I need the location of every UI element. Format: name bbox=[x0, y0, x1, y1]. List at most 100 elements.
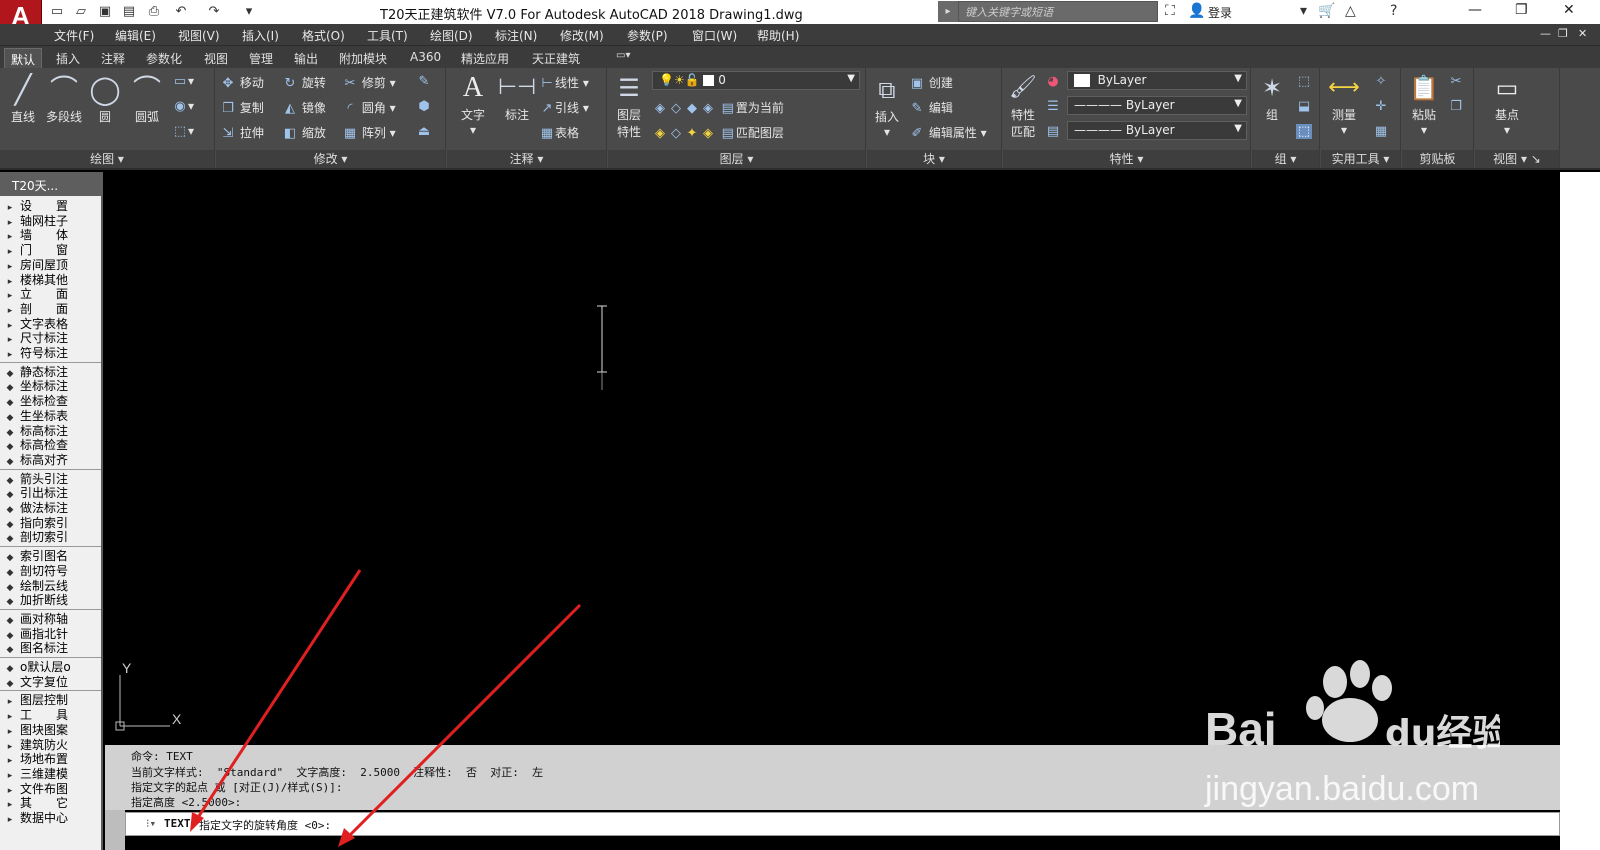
minimize-button[interactable]: — bbox=[1468, 2, 1482, 18]
menu-edit[interactable]: 编辑(E) bbox=[115, 27, 156, 44]
tab-view[interactable]: 视图 bbox=[198, 48, 234, 68]
command-dropdown-icon[interactable]: ⁝▾ bbox=[146, 817, 156, 830]
leader-button[interactable]: ↗ 引线 ▾ bbox=[539, 99, 589, 116]
layer-properties-button[interactable]: ☰ 图层 特性 bbox=[610, 70, 648, 140]
tab-default[interactable]: 默认 bbox=[4, 48, 43, 68]
layer-tools-row2[interactable]: ◈ ◇ ✦ ◈ ▤ 匹配图层 bbox=[652, 124, 784, 141]
menu-modify[interactable]: 修改(M) bbox=[560, 27, 604, 44]
palette-item[interactable]: ◆ 坐标检查 bbox=[0, 394, 101, 409]
point-icon[interactable]: ✛ bbox=[1373, 99, 1389, 114]
measure-button[interactable]: ⟷ 测量 ▾ bbox=[1323, 70, 1365, 137]
panel-modify-label[interactable]: 修改 ▾ bbox=[216, 150, 445, 168]
base-view-button[interactable]: ▭ 基点 ▾ bbox=[1485, 70, 1529, 137]
text-button[interactable]: A 文字 ▾ bbox=[453, 70, 493, 137]
palette-item[interactable]: ▸ 门 窗 bbox=[0, 243, 101, 258]
palette-item[interactable]: ◆ 剖切符号 bbox=[0, 564, 101, 579]
quick-access-dropdown-icon[interactable]: ▾ bbox=[240, 3, 258, 21]
palette-item[interactable]: ▸ 尺寸标注 bbox=[0, 331, 101, 346]
panel-annotation-label[interactable]: 注释 ▾ bbox=[447, 150, 606, 168]
erase-icon[interactable]: ✎ bbox=[416, 74, 432, 89]
menu-help[interactable]: 帮助(H) bbox=[757, 27, 799, 44]
menu-tools[interactable]: 工具(T) bbox=[367, 27, 408, 44]
panel-utilities-label[interactable]: 实用工具 ▾ bbox=[1321, 150, 1400, 168]
undo-icon[interactable]: ↶ bbox=[172, 3, 190, 21]
help-icon[interactable]: ? bbox=[1390, 3, 1397, 19]
group-edit-icon[interactable]: ⬓ bbox=[1296, 99, 1312, 114]
layer-dropdown[interactable]: 💡☀🔓 0 ▼ bbox=[652, 71, 860, 90]
panel-draw-label[interactable]: 绘图 ▾ bbox=[0, 150, 214, 168]
palette-item[interactable]: ▸ 符号标注 bbox=[0, 346, 101, 361]
redo-icon[interactable]: ↷ bbox=[205, 3, 223, 21]
menu-insert[interactable]: 插入(I) bbox=[242, 27, 279, 44]
palette-item[interactable]: ▸ 墙 体 bbox=[0, 228, 101, 243]
palette-item[interactable]: ▸ 设 置 bbox=[0, 199, 101, 214]
panel-properties-label[interactable]: 特性 ▾ bbox=[1003, 150, 1250, 168]
doc-minimize-icon[interactable]: — bbox=[1540, 27, 1551, 40]
edit-attributes-button[interactable]: ✐ 编辑属性 ▾ bbox=[909, 124, 987, 141]
arc-button[interactable]: ⌒ 圆弧 bbox=[128, 72, 166, 125]
search-input[interactable]: 键入关键字或短语 bbox=[958, 1, 1158, 22]
palette-item[interactable]: ◆ 标高检查 bbox=[0, 438, 101, 453]
palette-item[interactable]: ◆ 坐标标注 bbox=[0, 379, 101, 394]
doc-restore-icon[interactable]: ❐ bbox=[1558, 27, 1568, 40]
tab-insert[interactable]: 插入 bbox=[50, 48, 86, 68]
paste-button[interactable]: 📋 粘贴 ▾ bbox=[1404, 70, 1444, 137]
palette-item[interactable]: ▸ 数据中心 bbox=[0, 811, 101, 826]
palette-item[interactable]: ◆ 引出标注 bbox=[0, 486, 101, 501]
new-file-icon[interactable]: ▭ bbox=[48, 3, 66, 21]
binoculars-icon[interactable]: ⛶ bbox=[1165, 3, 1175, 19]
lineweight-dropdown[interactable]: ———— ByLayer ▼ bbox=[1067, 121, 1247, 140]
scale-button[interactable]: ◧ 缩放 bbox=[282, 124, 326, 141]
rotate-button[interactable]: ↻ 旋转 bbox=[282, 74, 326, 91]
layer-tools-row1[interactable]: ◈ ◇ ◆ ◈ ▤ 置为当前 bbox=[652, 99, 784, 116]
tab-featured-apps[interactable]: 精选应用 bbox=[455, 48, 515, 68]
line-button[interactable]: ╱ 直线 bbox=[4, 72, 42, 125]
linetype-dropdown[interactable]: ———— ByLayer ▼ bbox=[1067, 96, 1247, 115]
color-dropdown[interactable]: ByLayer ▼ bbox=[1067, 71, 1247, 90]
palette-item[interactable]: ◆ 箭头引注 bbox=[0, 472, 101, 487]
palette-item[interactable]: ▸ 建筑防火 bbox=[0, 738, 101, 753]
palette-item[interactable]: ◆ 标高标注 bbox=[0, 424, 101, 439]
doc-close-icon[interactable]: ✕ bbox=[1578, 27, 1587, 40]
quick-select-icon[interactable]: ✧ bbox=[1373, 74, 1389, 89]
insert-block-button[interactable]: ⧉ 插入 ▾ bbox=[869, 72, 905, 139]
tab-tangent[interactable]: 天正建筑 bbox=[526, 48, 586, 68]
search-expand-icon[interactable]: ▸ bbox=[938, 1, 958, 22]
palette-item[interactable]: ▸ 轴网柱子 bbox=[0, 214, 101, 229]
menu-format[interactable]: 格式(O) bbox=[302, 27, 345, 44]
panel-block-label[interactable]: 块 ▾ bbox=[867, 150, 1001, 168]
restore-button[interactable]: ❐ bbox=[1515, 2, 1528, 18]
cart-icon[interactable]: 🛒 bbox=[1318, 3, 1335, 19]
palette-item[interactable]: ▸ 剖 面 bbox=[0, 302, 101, 317]
explode-icon[interactable]: ⬢ bbox=[416, 99, 432, 114]
palette-item[interactable]: ◆ 剖切索引 bbox=[0, 530, 101, 545]
create-block-button[interactable]: ▣ 创建 bbox=[909, 74, 953, 91]
palette-item[interactable]: ◆ 标高对齐 bbox=[0, 453, 101, 468]
panel-layers-label[interactable]: 图层 ▾ bbox=[608, 150, 865, 168]
tab-manage[interactable]: 管理 bbox=[243, 48, 279, 68]
palette-item[interactable]: ◆ 指向索引 bbox=[0, 516, 101, 531]
polyline-button[interactable]: ⌒ 多段线 bbox=[44, 72, 84, 125]
move-button[interactable]: ✥ 移动 bbox=[220, 74, 264, 91]
palette-item[interactable]: ◆ 生坐标表 bbox=[0, 409, 101, 424]
palette-item[interactable]: ▸ 房间屋顶 bbox=[0, 258, 101, 273]
panel-groups-label[interactable]: 组 ▾ bbox=[1252, 150, 1319, 168]
calculator-icon[interactable]: ▦ bbox=[1373, 124, 1389, 139]
save-icon[interactable]: ▣ bbox=[96, 3, 114, 21]
close-button[interactable]: ✕ bbox=[1563, 2, 1575, 18]
menu-dimension[interactable]: 标注(N) bbox=[495, 27, 537, 44]
menu-parametric[interactable]: 参数(P) bbox=[627, 27, 668, 44]
menu-view[interactable]: 视图(V) bbox=[178, 27, 220, 44]
login-link[interactable]: 登录 bbox=[1208, 4, 1232, 21]
palette-item[interactable]: ◆ 索引图名 bbox=[0, 549, 101, 564]
tab-a360[interactable]: A360 bbox=[404, 48, 447, 68]
palette-item[interactable]: ◆ 做法标注 bbox=[0, 501, 101, 516]
palette-item[interactable]: ◆ 画对称轴 bbox=[0, 612, 101, 627]
palette-item[interactable]: ◆ 加折断线 bbox=[0, 593, 101, 608]
open-file-icon[interactable]: ▱ bbox=[72, 3, 90, 21]
group-select-icon[interactable]: ⬚ bbox=[1296, 124, 1312, 139]
table-button[interactable]: ▦ 表格 bbox=[539, 124, 579, 141]
palette-title[interactable]: T20天... bbox=[0, 172, 103, 196]
ribbon-toggle-icon[interactable]: ▭▾ bbox=[610, 48, 636, 68]
offset-icon[interactable]: ⏏ bbox=[416, 124, 432, 139]
